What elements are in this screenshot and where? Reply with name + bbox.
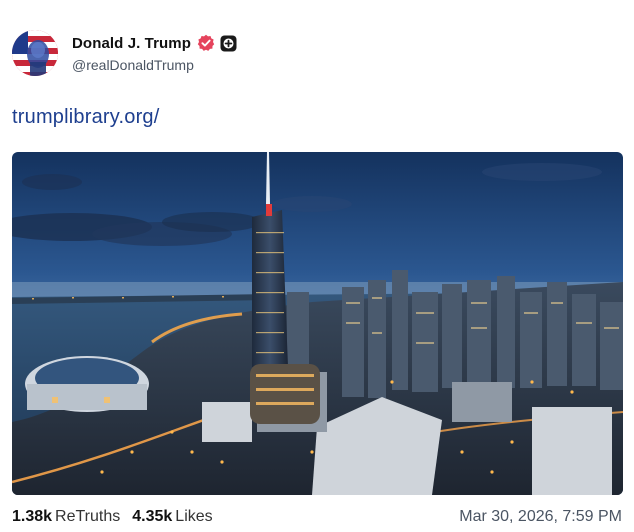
post-media[interactable] (12, 152, 623, 495)
retruths-count: 1.38k (12, 508, 53, 525)
avatar-image (12, 30, 58, 76)
plus-badge-icon (220, 35, 237, 52)
post-footer: 1.38k ReTruths 4.35k Likes Mar 30, 2026,… (12, 505, 622, 529)
avatar[interactable] (12, 30, 58, 76)
author-handle[interactable]: @realDonaldTrump (72, 57, 237, 73)
likes-label: Likes (175, 508, 213, 525)
post-header: Donald J. Trump @realDonaldTrump (12, 29, 237, 77)
author-identity: Donald J. Trump @realDonaldTrump (72, 33, 237, 73)
post-timestamp[interactable]: Mar 30, 2026, 7:59 PM (459, 508, 622, 526)
retruths-label: ReTruths (55, 508, 121, 525)
retruths-stat[interactable]: 1.38k ReTruths (12, 508, 120, 526)
display-name[interactable]: Donald J. Trump (72, 35, 191, 52)
city-skyline-photo (12, 152, 623, 495)
verified-badge-icon (197, 34, 215, 52)
post-link[interactable]: trumplibrary.org/ (12, 106, 160, 129)
likes-stat[interactable]: 4.35k Likes (132, 508, 212, 526)
name-row: Donald J. Trump (72, 33, 237, 53)
likes-count: 4.35k (132, 508, 173, 525)
